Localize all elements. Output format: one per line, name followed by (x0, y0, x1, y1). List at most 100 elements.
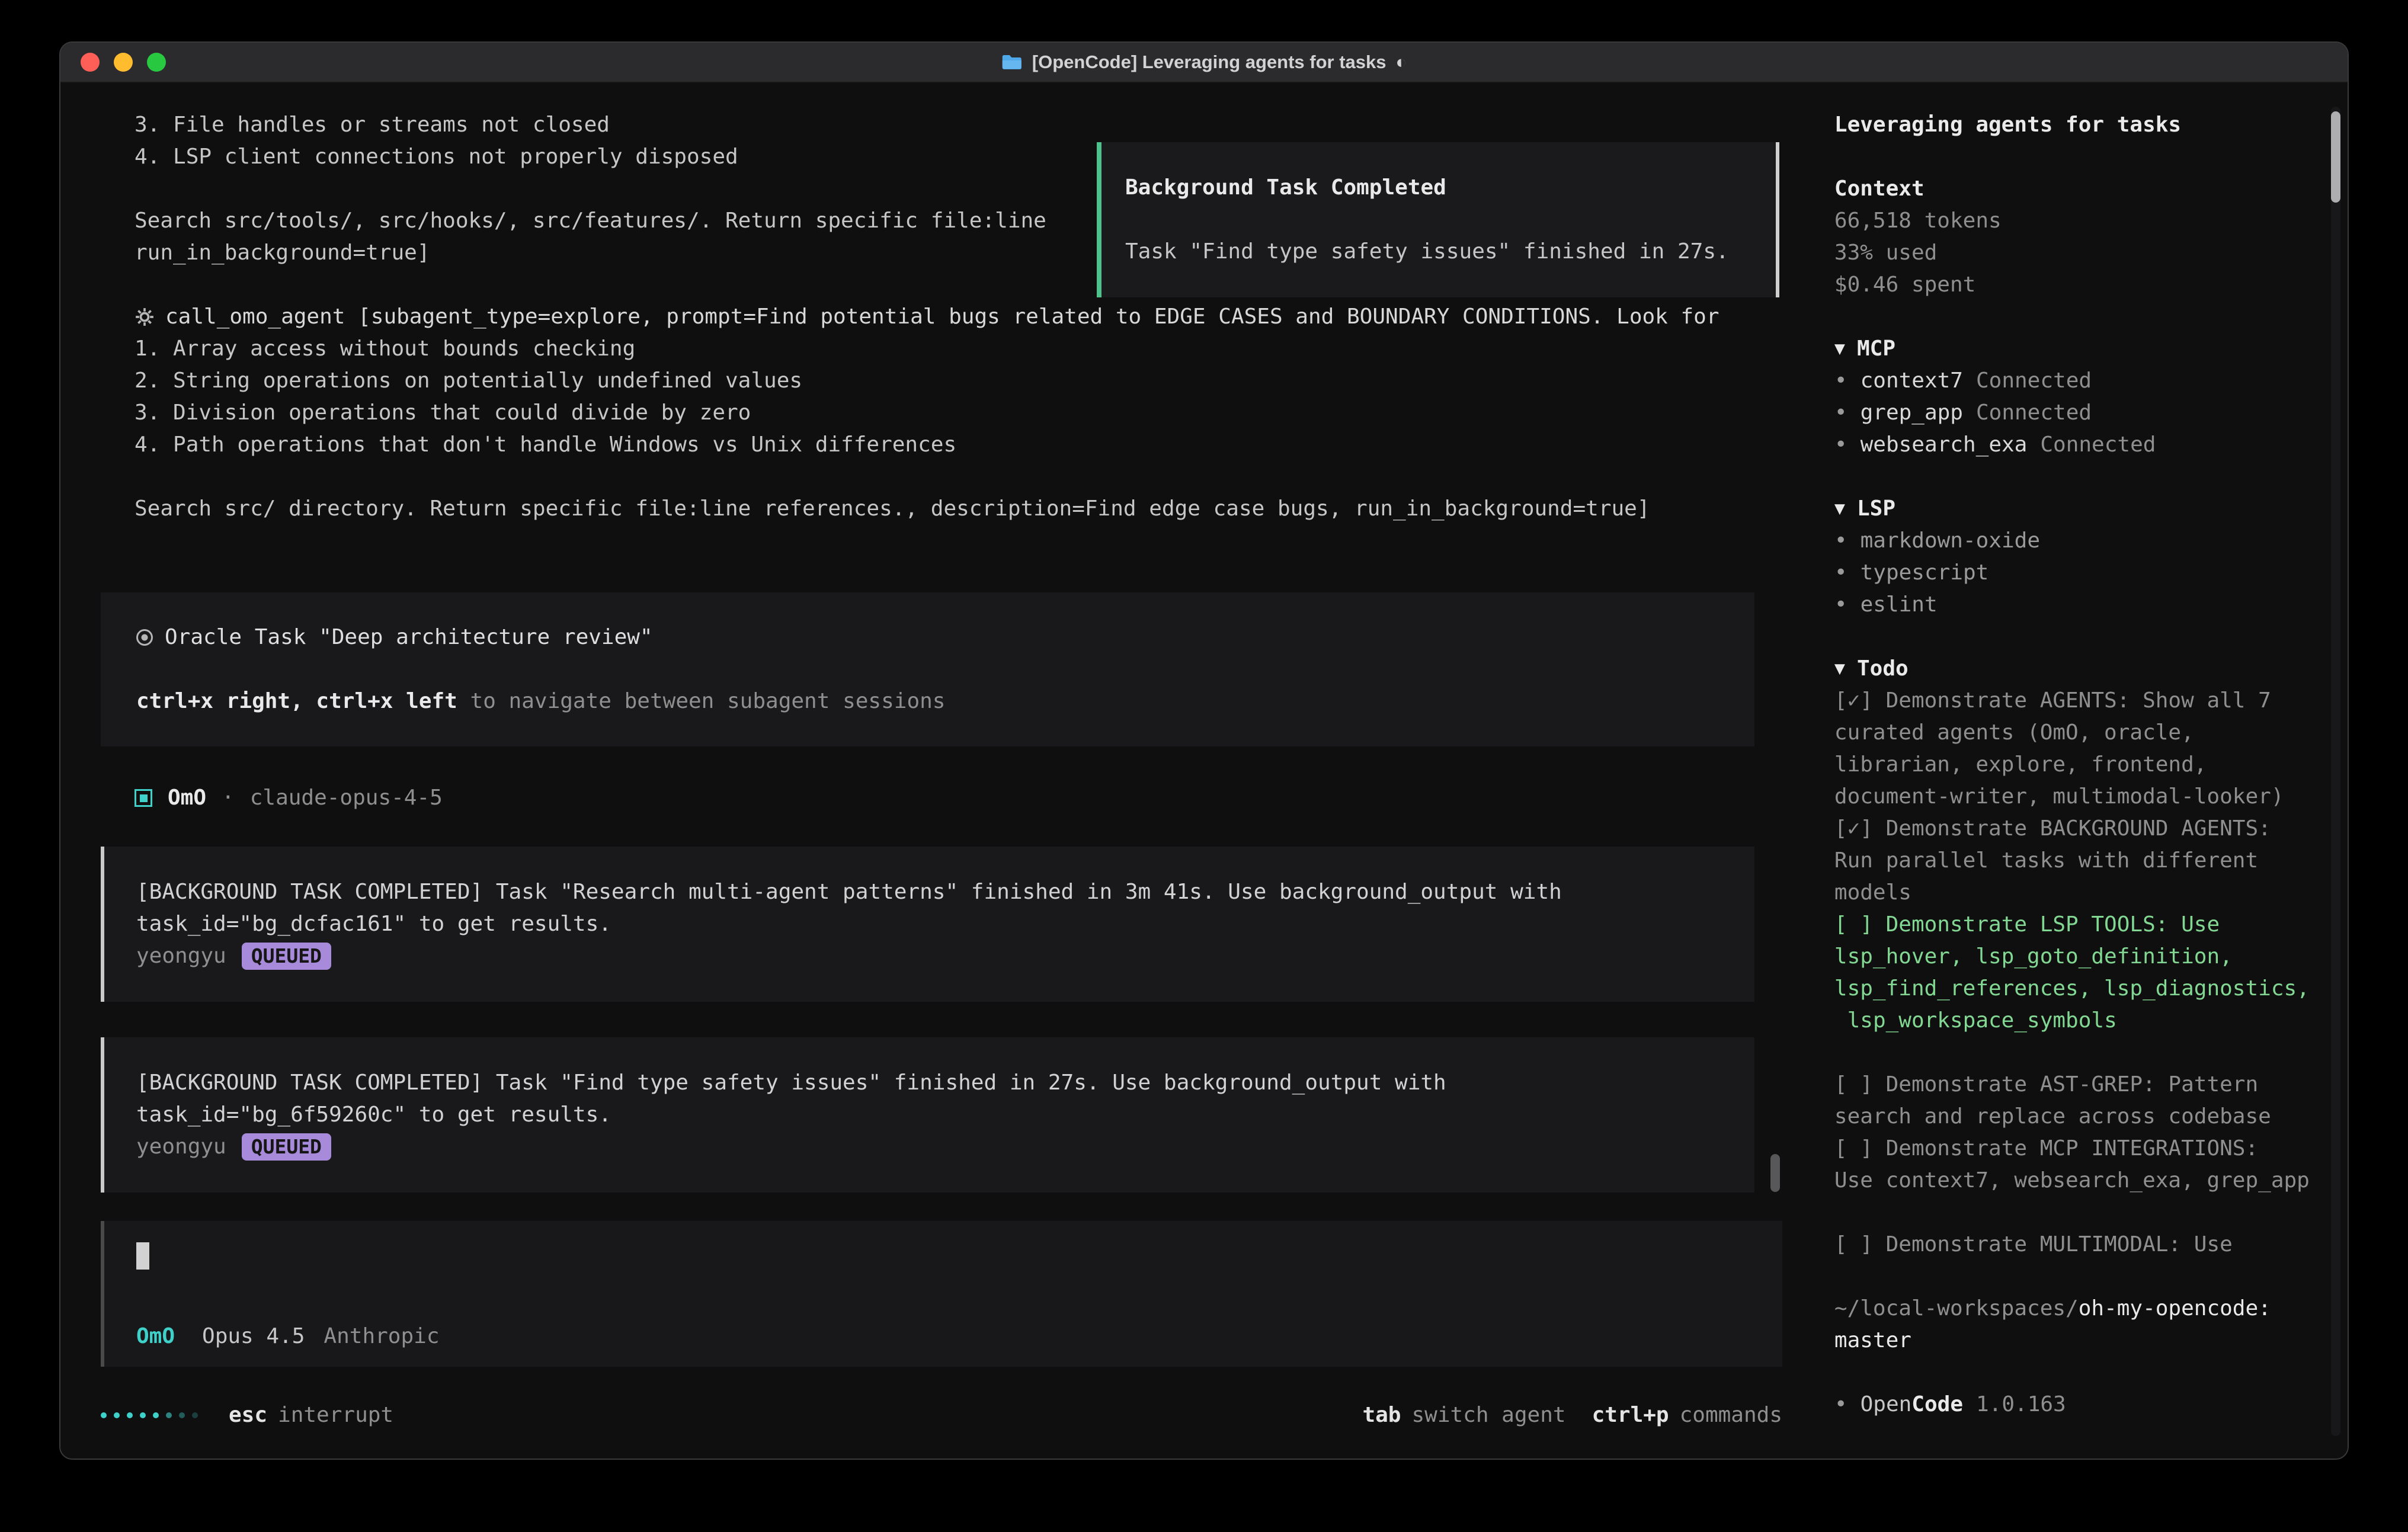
hint-keys: ctrl+x right, ctrl+x left (136, 689, 457, 713)
mcp-item: • context7 Connected (1834, 365, 2317, 397)
workspace-path-strong: oh-my-opencode: (2079, 1296, 2271, 1321)
bullet-icon: • (1834, 525, 1847, 557)
mcp-status: Connected (1976, 397, 2092, 429)
bullet-icon: • (1834, 397, 1847, 429)
brand-name: OpenCode (1861, 1389, 1963, 1421)
queued-message: [BACKGROUND TASK COMPLETED] Task "Resear… (101, 847, 1754, 1002)
notification-title: Background Task Completed (1125, 172, 1776, 204)
tool-call-text: call_omo_agent [subagent_type=explore, p… (165, 301, 1719, 333)
spinner-dots-icon (101, 1412, 198, 1418)
mcp-name: context7 (1861, 365, 1963, 397)
workspace-branch: master (1834, 1325, 2317, 1357)
chat-line: 3. Division operations that could divide… (101, 397, 1810, 429)
lsp-name: typescript (1861, 557, 1989, 589)
todo-item-done: [✓] Demonstrate BACKGROUND AGENTS: Run p… (1834, 813, 2317, 909)
status-bar: esc interrupt tab switch agent ctrl+p co… (101, 1399, 1782, 1431)
todo-item-active: [ ] Demonstrate LSP TOOLS: Use lsp_hover… (1834, 909, 2317, 1037)
window-controls (60, 53, 166, 72)
composer-model-label: Opus 4.5 (202, 1321, 305, 1352)
mcp-name: websearch_exa (1861, 429, 2028, 461)
lsp-item: • markdown-oxide (1834, 525, 2317, 557)
composer-provider-label: Anthropic (324, 1321, 439, 1352)
chat-scrollbar-thumb[interactable] (1770, 1154, 1780, 1192)
message-text: [BACKGROUND TASK COMPLETED] Task "Find t… (136, 1067, 1754, 1131)
lsp-name: eslint (1861, 589, 1938, 621)
bullet-icon: • (1834, 365, 1847, 397)
todo-section-header[interactable]: ▼ Todo (1834, 653, 2317, 685)
agent-name: OmO (168, 782, 206, 814)
gear-icon (135, 307, 155, 327)
composer-agent-label: OmO (136, 1321, 175, 1352)
lsp-section-header[interactable]: ▼ LSP (1834, 493, 2317, 525)
chevron-down-icon: ▼ (1834, 653, 1845, 685)
message-author: yeongyu (136, 1131, 226, 1163)
context-spent: $0.46 spent (1834, 269, 2317, 301)
mcp-section-header[interactable]: ▼ MCP (1834, 333, 2317, 365)
message-text: [BACKGROUND TASK COMPLETED] Task "Resear… (136, 876, 1754, 940)
brand-regular: Open (1861, 1392, 1912, 1416)
close-button[interactable] (81, 53, 100, 72)
todo-item-done: [✓] Demonstrate AGENTS: Show all 7 curat… (1834, 685, 2317, 813)
agent-checkbox-icon (135, 789, 152, 807)
bullet-icon: • (1834, 589, 1847, 621)
bullet-icon: • (1834, 1389, 1847, 1421)
message-author: yeongyu (136, 940, 226, 972)
session-indicator-icon: ◐ (1396, 52, 1407, 73)
chat-line: 4. Path operations that don't handle Win… (101, 429, 1810, 461)
zoom-button[interactable] (147, 53, 166, 72)
esc-key-hint: esc (229, 1399, 267, 1431)
tab-action-label: switch agent (1411, 1399, 1565, 1431)
todo-item-pending: [ ] Demonstrate MULTIMODAL: Use (1834, 1229, 2317, 1261)
dot-separator-icon: · (222, 782, 235, 814)
window-title: [OpenCode] Leveraging agents for tasks ◐ (1001, 52, 1407, 73)
app-version-footer: • OpenCode 1.0.163 (1834, 1389, 2317, 1421)
conversation-pane: 3. File handles or streams not closed 4.… (60, 83, 1810, 1460)
session-sidebar: Leveraging agents for tasks Context 66,5… (1810, 83, 2348, 1460)
queued-message: [BACKGROUND TASK COMPLETED] Task "Find t… (101, 1037, 1754, 1193)
tool-call-line: call_omo_agent [subagent_type=explore, p… (101, 301, 1810, 333)
mcp-item: • grep_app Connected (1834, 397, 2317, 429)
mcp-heading: MCP (1857, 333, 1895, 365)
hint-text: to navigate between subagent sessions (457, 689, 946, 713)
context-used: 33% used (1834, 237, 2317, 269)
agent-model: claude-opus-4-5 (250, 782, 443, 814)
agent-header: OmO · claude-opus-4-5 (101, 782, 1810, 814)
todo-item-pending: [ ] Demonstrate MCP INTEGRATIONS: Use co… (1834, 1133, 2317, 1197)
chat-line: 3. File handles or streams not closed (101, 109, 1810, 141)
tab-key-hint: tab (1362, 1399, 1401, 1431)
subagent-nav-hint: ctrl+x right, ctrl+x left to navigate be… (136, 685, 1754, 717)
composer-model-row: OmO Opus 4.5 Anthropic (136, 1321, 1782, 1352)
mcp-name: grep_app (1861, 397, 1963, 429)
bullet-icon: • (1834, 557, 1847, 589)
lsp-heading: LSP (1857, 493, 1895, 525)
lsp-item: • eslint (1834, 589, 2317, 621)
sidebar-scrollbar-thumb[interactable] (2331, 111, 2340, 203)
chat-line: 2. String operations on potentially unde… (101, 365, 1810, 397)
sidebar-scrollbar-track (2331, 107, 2340, 1436)
chat-line: Search src/ directory. Return specific f… (101, 493, 1810, 525)
context-heading: Context (1834, 173, 2317, 205)
status-badge: QUEUED (242, 943, 331, 970)
fisheye-icon (136, 629, 153, 646)
notification-toast[interactable]: Background Task Completed Task "Find typ… (1097, 142, 1779, 297)
workspace-path: ~/local-workspaces/oh-my-opencode: (1834, 1293, 2317, 1325)
chevron-down-icon: ▼ (1834, 493, 1845, 525)
lsp-item: • typescript (1834, 557, 2317, 589)
window-titlebar: [OpenCode] Leveraging agents for tasks ◐ (60, 43, 2348, 83)
esc-action-label: interrupt (278, 1399, 393, 1431)
bullet-icon: • (1834, 429, 1847, 461)
lsp-name: markdown-oxide (1861, 525, 2040, 557)
minimize-button[interactable] (114, 53, 133, 72)
notification-body: Task "Find type safety issues" finished … (1125, 236, 1776, 268)
workspace-path-dim: ~/local-workspaces/ (1834, 1296, 2079, 1321)
sidebar-session-title: Leveraging agents for tasks (1834, 109, 2317, 141)
mcp-status: Connected (1976, 365, 2092, 397)
prompt-input[interactable]: OmO Opus 4.5 Anthropic (101, 1221, 1782, 1367)
oracle-task-title: Oracle Task "Deep architecture review" (136, 621, 1754, 653)
opencode-terminal-window: [OpenCode] Leveraging agents for tasks ◐… (59, 41, 2349, 1460)
status-badge: QUEUED (242, 1133, 331, 1161)
commands-action-label: commands (1680, 1399, 1782, 1431)
oracle-task-title-text: Oracle Task "Deep architecture review" (165, 621, 653, 653)
mcp-status: Connected (2040, 429, 2156, 461)
folder-icon (1001, 54, 1023, 70)
